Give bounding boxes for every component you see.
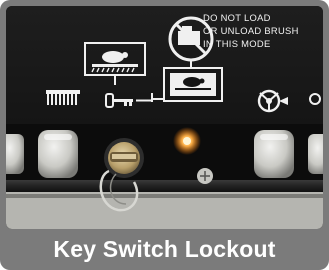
image-card: DO NOT LOAD OR UNLOAD BRUSH IN THIS MODE — [0, 0, 329, 270]
knob-left-1 — [6, 134, 24, 174]
knob-right-1 — [254, 130, 294, 178]
warning-line-3: IN THIS MODE — [203, 38, 271, 49]
warning-line-1: DO NOT LOAD — [203, 12, 271, 23]
indicator-light — [173, 127, 201, 155]
knob-left-2 — [38, 130, 78, 178]
caption: Key Switch Lockout — [53, 236, 276, 262]
control-panel-photo: DO NOT LOAD OR UNLOAD BRUSH IN THIS MODE — [6, 6, 323, 229]
knob-right-2 — [308, 134, 323, 174]
mounting-screw — [197, 168, 213, 184]
warning-line-2: OR UNLOAD BRUSH — [203, 25, 299, 36]
